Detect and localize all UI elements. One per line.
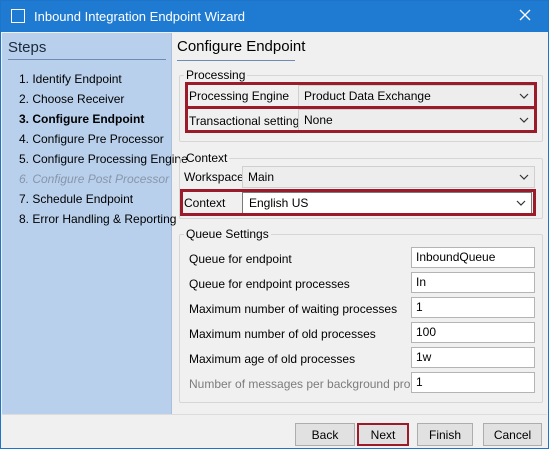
step-configure-processing-engine[interactable]: 5. Configure Processing Engine (19, 149, 188, 169)
max-age-old-processes-field[interactable]: 1w (411, 347, 535, 368)
queue-settings-legend: Queue Settings (186, 227, 269, 241)
step-schedule-endpoint[interactable]: 7. Schedule Endpoint (19, 189, 188, 209)
queue-for-endpoint-processes-label: Queue for endpoint processes (189, 277, 350, 291)
window-title: Inbound Integration Endpoint Wizard (34, 9, 246, 24)
steps-header: Steps (8, 39, 47, 56)
button-bar: Back Next Finish Cancel (2, 414, 547, 448)
finish-button[interactable]: Finish (417, 423, 473, 446)
cancel-button[interactable]: Cancel (483, 423, 542, 446)
chevron-down-icon (519, 92, 529, 100)
messages-per-background-process-field[interactable]: 1 (411, 372, 535, 393)
processing-legend: Processing (186, 68, 246, 82)
context-legend: Context (186, 151, 228, 165)
max-age-old-processes-label: Maximum age of old processes (189, 352, 356, 366)
context-select[interactable]: English US (242, 192, 532, 214)
queue-for-endpoint-processes-field[interactable]: In (411, 272, 535, 293)
processing-engine-select[interactable]: Product Data Exchange (298, 85, 535, 107)
messages-per-background-process-label: Number of messages per background proces… (189, 377, 436, 391)
queue-for-endpoint-label: Queue for endpoint (189, 252, 292, 266)
chevron-down-icon (519, 173, 529, 181)
step-configure-post-processor: 6. Configure Post Processor (19, 172, 170, 186)
next-button[interactable]: Next (357, 423, 409, 446)
close-icon (519, 9, 531, 24)
step-identify-endpoint[interactable]: 1. Identify Endpoint (19, 69, 188, 89)
processing-engine-value: Product Data Exchange (304, 89, 431, 103)
max-old-processes-label: Maximum number of old processes (189, 327, 376, 341)
steps-panel: Steps 1. Identify Endpoint 2. Choose Rec… (2, 33, 188, 414)
workspace-label: Workspace (184, 170, 244, 184)
chevron-down-icon (519, 116, 529, 124)
max-old-processes-field[interactable]: 100 (411, 322, 535, 343)
page-title-divider (177, 60, 295, 61)
transactional-settings-select[interactable]: None (298, 109, 535, 131)
processing-engine-label: Processing Engine (189, 89, 290, 103)
step-error-handling[interactable]: 8. Error Handling & Reporting (19, 209, 188, 229)
step-configure-pre-processor[interactable]: 4. Configure Pre Processor (19, 129, 188, 149)
queue-for-endpoint-field[interactable]: InboundQueue (411, 247, 535, 268)
close-button[interactable] (502, 1, 548, 32)
title-bar: Inbound Integration Endpoint Wizard (1, 1, 548, 32)
workspace-value: Main (248, 170, 275, 184)
transactional-settings-label: Transactional settings (189, 114, 306, 128)
max-waiting-processes-field[interactable]: 1 (411, 297, 535, 318)
back-button[interactable]: Back (295, 423, 355, 446)
workspace-select[interactable]: Main (242, 166, 535, 188)
step-configure-endpoint[interactable]: 3. Configure Endpoint (19, 109, 188, 129)
chevron-down-icon (516, 199, 526, 207)
max-waiting-processes-label: Maximum number of waiting processes (189, 302, 398, 316)
steps-divider (8, 59, 166, 60)
transactional-settings-value: None (304, 113, 333, 127)
window-icon (11, 9, 25, 23)
page-title: Configure Endpoint (177, 38, 306, 55)
context-value: English US (248, 196, 310, 210)
context-label: Context (184, 196, 226, 210)
steps-list: 1. Identify Endpoint 2. Choose Receiver … (19, 69, 188, 229)
step-choose-receiver[interactable]: 2. Choose Receiver (19, 89, 188, 109)
wizard-window: Inbound Integration Endpoint Wizard Step… (0, 0, 549, 449)
